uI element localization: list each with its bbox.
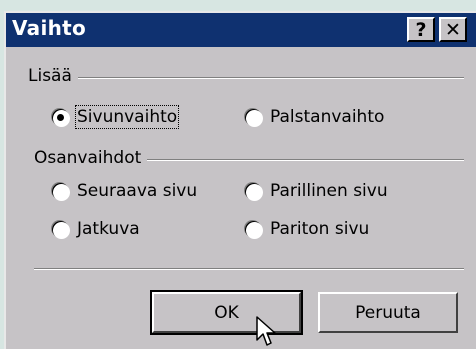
close-icon: ✕ <box>445 18 461 41</box>
insert-group-label: Lisää <box>28 66 78 86</box>
radio-button[interactable] <box>52 182 69 200</box>
close-button[interactable]: ✕ <box>439 17 467 42</box>
radio-label-even-page: Parillinen sivu <box>270 181 388 201</box>
radio-label-next-page: Seuraava sivu <box>77 181 198 201</box>
radio-button[interactable] <box>245 108 262 126</box>
separator <box>34 268 464 270</box>
section-group-label: Osanvaihdot <box>34 148 148 168</box>
dialog-title: Vaihto <box>12 16 87 40</box>
radio-label-odd-page: Pariton sivu <box>270 219 370 239</box>
radio-continuous[interactable]: Jatkuva <box>52 219 140 239</box>
cancel-button[interactable]: Peruuta <box>318 292 458 333</box>
radio-button-checked[interactable] <box>52 108 69 126</box>
radio-column-break[interactable]: Palstanvaihto <box>245 107 384 127</box>
mouse-pointer-icon <box>256 316 276 346</box>
radio-label-column-break: Palstanvaihto <box>270 107 385 127</box>
radio-label-page-break: Sivunvaihto <box>74 105 180 129</box>
radio-button[interactable] <box>245 182 262 200</box>
radio-even-page[interactable]: Parillinen sivu <box>245 181 388 201</box>
radio-page-break[interactable]: Sivunvaihto <box>52 105 180 129</box>
radio-odd-page[interactable]: Pariton sivu <box>245 219 369 239</box>
title-bar[interactable]: Vaihto ? ✕ <box>6 13 476 47</box>
help-button[interactable]: ? <box>407 17 435 42</box>
insert-group-line <box>40 77 464 79</box>
help-icon: ? <box>415 18 427 41</box>
radio-next-page[interactable]: Seuraava sivu <box>52 181 197 201</box>
cancel-button-label: Peruuta <box>355 302 421 323</box>
radio-label-continuous: Jatkuva <box>77 219 140 239</box>
ok-button-label: OK <box>214 302 239 323</box>
ok-button[interactable]: OK <box>150 290 303 335</box>
radio-button[interactable] <box>245 220 262 238</box>
radio-button[interactable] <box>52 220 69 238</box>
